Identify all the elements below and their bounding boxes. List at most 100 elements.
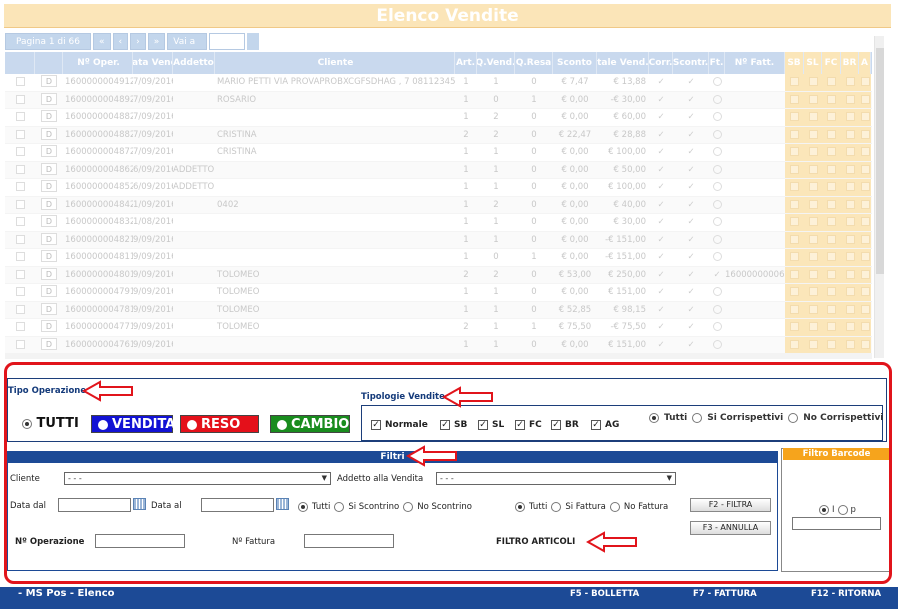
- table-row[interactable]: D 1600000004801 9/09/2016 TOLOMEO 2 2 0 € 53,00…: [5, 266, 872, 284]
- flag-checkbox[interactable]: [859, 179, 871, 196]
- flag-checkbox[interactable]: [822, 336, 841, 353]
- fattura-radio[interactable]: [709, 127, 725, 144]
- table-row[interactable]: D 1600000004821 9/09/2016 1 1 0 € 0,00 -€ 151,0…: [5, 231, 872, 249]
- flag-checkbox[interactable]: [822, 196, 841, 213]
- flag-checkbox[interactable]: [785, 266, 804, 283]
- detail-button-label[interactable]: D: [41, 75, 57, 87]
- flag-checkbox[interactable]: [804, 301, 822, 318]
- row-checkbox[interactable]: [5, 302, 35, 319]
- flag-checkbox[interactable]: [859, 91, 871, 108]
- table-row[interactable]: D 1600000004842 1/09/2016 0402 1 2 0 € 0,00 € 40…: [5, 196, 872, 214]
- detail-button[interactable]: D: [35, 319, 63, 336]
- fattura-radio[interactable]: ✓: [709, 267, 725, 284]
- flag-checkbox[interactable]: [785, 91, 804, 108]
- first-page-button[interactable]: «: [93, 33, 111, 50]
- column-header[interactable]: Nº Fatt.: [725, 52, 785, 74]
- flag-checkbox[interactable]: [859, 74, 871, 91]
- flag-checkbox[interactable]: [841, 161, 859, 178]
- flag-checkbox[interactable]: [822, 109, 841, 126]
- flag-checkbox[interactable]: [785, 336, 804, 353]
- row-checkbox[interactable]: [5, 197, 35, 214]
- flag-checkbox[interactable]: [841, 284, 859, 301]
- flag-checkbox[interactable]: [859, 196, 871, 213]
- flag-checkbox[interactable]: [841, 144, 859, 161]
- fattura-radio[interactable]: [709, 197, 725, 214]
- flag-checkbox[interactable]: [785, 126, 804, 143]
- flag-checkbox[interactable]: [804, 266, 822, 283]
- flag-checkbox[interactable]: [841, 126, 859, 143]
- column-header[interactable]: Corr.: [649, 52, 673, 74]
- detail-button-label[interactable]: D: [41, 302, 57, 315]
- detail-button-label[interactable]: D: [41, 285, 57, 297]
- flag-checkbox[interactable]: [841, 179, 859, 196]
- row-checkbox[interactable]: [5, 144, 35, 161]
- bolletta-button[interactable]: F5 - BOLLETTA: [570, 587, 639, 601]
- detail-button[interactable]: D: [35, 337, 63, 354]
- flag-checkbox[interactable]: [841, 196, 859, 213]
- table-row[interactable]: D 1600000004771 9/09/2016 TOLOMEO 2 1 1 € 75,50…: [5, 319, 872, 337]
- detail-button[interactable]: D: [35, 144, 63, 161]
- column-header[interactable]: A: [859, 52, 871, 74]
- ritorna-button[interactable]: F12 - RITORNA: [811, 587, 881, 601]
- column-header[interactable]: Scontr.: [673, 52, 709, 74]
- detail-button-label[interactable]: D: [41, 180, 57, 192]
- column-header[interactable]: Addetto: [173, 52, 215, 74]
- fattura-radio[interactable]: [709, 92, 725, 109]
- flag-checkbox[interactable]: [859, 144, 871, 161]
- detail-button[interactable]: D: [35, 232, 63, 249]
- detail-button[interactable]: D: [35, 214, 63, 231]
- column-header[interactable]: BR: [841, 52, 859, 74]
- flag-checkbox[interactable]: [822, 91, 841, 108]
- flag-checkbox[interactable]: [822, 144, 841, 161]
- flag-checkbox[interactable]: [785, 301, 804, 318]
- flag-checkbox[interactable]: [841, 319, 859, 336]
- flag-checkbox[interactable]: [785, 144, 804, 161]
- column-header[interactable]: Data Vend.: [133, 52, 173, 74]
- table-row[interactable]: D 1600000004791 9/09/2016 TOLOMEO 1 1 0 € 0,00 €…: [5, 284, 872, 302]
- flag-checkbox[interactable]: [785, 196, 804, 213]
- flag-checkbox[interactable]: [859, 161, 871, 178]
- detail-button-label[interactable]: D: [41, 92, 57, 105]
- detail-button-label[interactable]: D: [41, 110, 57, 122]
- flag-checkbox[interactable]: [804, 214, 822, 231]
- table-row[interactable]: D 16000000048626/09/2016ADDETTO 1 1 1 0 € 0,0…: [5, 161, 872, 179]
- prev-page-button[interactable]: ‹: [112, 33, 129, 50]
- flag-checkbox[interactable]: [804, 91, 822, 108]
- flag-checkbox[interactable]: [785, 231, 804, 248]
- flag-checkbox[interactable]: [841, 301, 859, 318]
- fattura-radio[interactable]: [709, 302, 725, 319]
- flag-checkbox[interactable]: [804, 144, 822, 161]
- goto-page-input[interactable]: [209, 33, 246, 50]
- column-header[interactable]: Q.Resa: [515, 52, 553, 74]
- table-row[interactable]: D 1600000004912 7/09/2016 MARIO PETTI VIA P…: [5, 74, 872, 92]
- flag-checkbox[interactable]: [785, 161, 804, 178]
- flag-checkbox[interactable]: [841, 266, 859, 283]
- detail-button[interactable]: D: [35, 74, 63, 91]
- flag-checkbox[interactable]: [841, 214, 859, 231]
- fattura-radio[interactable]: [709, 179, 725, 196]
- flag-checkbox[interactable]: [822, 161, 841, 178]
- detail-button[interactable]: D: [35, 302, 63, 319]
- row-checkbox[interactable]: [5, 337, 35, 354]
- detail-button[interactable]: D: [35, 284, 63, 301]
- flag-checkbox[interactable]: [859, 109, 871, 126]
- column-header[interactable]: FC: [822, 52, 841, 74]
- column-header[interactable]: Sconto: [553, 52, 597, 74]
- flag-checkbox[interactable]: [822, 231, 841, 248]
- flag-checkbox[interactable]: [859, 214, 871, 231]
- detail-button-label[interactable]: D: [41, 197, 57, 210]
- column-header[interactable]: Totale Vend.ti: [597, 52, 649, 74]
- table-row[interactable]: D 1600000004872 7/09/2016 CRISTINA 1 1 0 € 0,00…: [5, 144, 872, 162]
- row-checkbox[interactable]: [5, 249, 35, 266]
- fattura-button[interactable]: F7 - FATTURA: [693, 587, 757, 601]
- flag-checkbox[interactable]: [822, 319, 841, 336]
- detail-button-label[interactable]: D: [41, 215, 57, 227]
- flag-checkbox[interactable]: [804, 336, 822, 353]
- flag-checkbox[interactable]: [841, 91, 859, 108]
- flag-checkbox[interactable]: [822, 179, 841, 196]
- table-row[interactable]: D 1600000004781 9/09/2016 TOLOMEO 1 1 0 € 52,85…: [5, 301, 872, 319]
- table-row[interactable]: D 16000000048526/09/2016ADDETTO 1 1 1 0 € 0,0…: [5, 179, 872, 197]
- flag-checkbox[interactable]: [841, 109, 859, 126]
- fattura-radio[interactable]: [709, 232, 725, 249]
- flag-checkbox[interactable]: [841, 74, 859, 91]
